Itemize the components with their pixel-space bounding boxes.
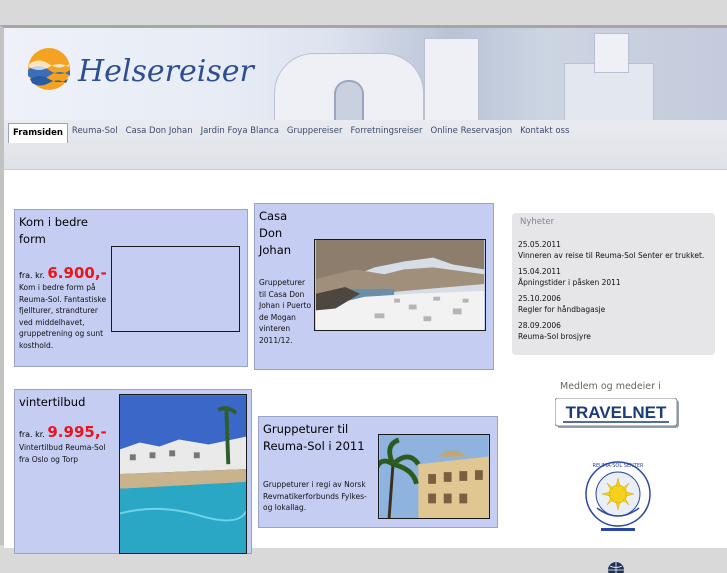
price-value: 6.900,- [47, 264, 107, 282]
price-prefix: fra. kr. [19, 430, 45, 439]
header-banner: Helsereiser [4, 28, 727, 120]
nav-tab-online-reservasjon[interactable]: Online Reservasjon [426, 123, 516, 143]
pool-photo[interactable] [119, 394, 247, 554]
news-date: 15.04.2011 [518, 267, 561, 276]
seal-text: REUMA-SOL SENTER [593, 463, 644, 469]
building-image [424, 38, 479, 120]
news-date: 28.09.2006 [518, 321, 561, 330]
sun-wave-logo-icon[interactable] [26, 46, 72, 92]
brand-name[interactable]: Helsereiser [78, 54, 254, 89]
price-prefix: fra. kr. [19, 271, 45, 280]
news-heading: Nyheter [520, 217, 555, 227]
travelnet-wordmark: TRAVELNET [566, 403, 667, 422]
news-item[interactable]: 25.05.2011 Vinneren av reise til Reuma-So… [518, 239, 718, 261]
travelnet-logo-icon[interactable]: TRAVELNET [555, 398, 680, 430]
arch-shape [334, 80, 364, 120]
news-date: 25.05.2011 [518, 240, 561, 249]
price-value: 9.995,- [47, 423, 107, 441]
news-item[interactable]: 28.09.2006 Reuma-Sol brosjyre [518, 320, 718, 342]
news-date: 25.10.2006 [518, 294, 561, 303]
promo-title[interactable]: Kom i bedre form [19, 214, 109, 248]
promo-description: Kom i bedre form på Reuma-Sol. Fantastis… [19, 283, 107, 350]
main-content: Kom i bedre form fra. kr. 6.900,- Kom i … [4, 171, 727, 573]
nav-tab-framsiden[interactable]: Framsiden [8, 123, 68, 143]
tower-image [594, 33, 629, 73]
harbour-photo[interactable] [314, 239, 486, 331]
news-link[interactable]: Reuma-Sol brosjyre [518, 331, 718, 342]
reuma-sol-senter-seal-icon[interactable]: REUMA-SOL SENTER [583, 456, 653, 536]
promo-title[interactable]: vintertilbud [19, 394, 85, 411]
page-frame: Helsereiser Framsiden Reuma-Sol Casa Don J… [0, 25, 727, 573]
hotel-photo[interactable] [378, 434, 490, 519]
nav-tab-jardin-foya-blanca[interactable]: Jardin Foya Blanca [197, 123, 283, 143]
promo-title[interactable]: Gruppeturer til Reuma-Sol i 2011 [263, 421, 373, 455]
news-panel: Nyheter 25.05.2011 Vinneren av reise til … [512, 213, 715, 355]
promo-title[interactable]: Casa Don Johan [259, 208, 309, 259]
news-item[interactable]: 25.10.2006 Regler for håndbagasje [518, 293, 718, 315]
news-link[interactable]: Vinneren av reise til Reuma-Sol Senter e… [518, 250, 718, 261]
nav-tab-reuma-sol[interactable]: Reuma-Sol [68, 123, 122, 143]
promo-box-vintertilbud[interactable]: vintertilbud fra. kr. 9.995,- Vintertilb… [14, 389, 252, 554]
nav-tab-gruppereiser[interactable]: Gruppereiser [283, 123, 347, 143]
news-link[interactable]: Regler for håndbagasje [518, 304, 718, 315]
globe-icon[interactable] [607, 561, 625, 573]
promo-price: fra. kr. 6.900,- [19, 264, 107, 282]
news-item[interactable]: 15.04.2011 Åpningstider i påsken 2011 [518, 266, 718, 288]
nav-tab-casa-don-johan[interactable]: Casa Don Johan [122, 123, 197, 143]
promo-box-gruppeturer[interactable]: Gruppeturer til Reuma-Sol i 2011 Gruppet… [258, 416, 498, 528]
promo-box-casa-don-johan[interactable]: Casa Don Johan Gruppeturer til Casa Don … [254, 203, 494, 370]
promo-image[interactable] [111, 246, 240, 332]
promo-description: Gruppeturer til Casa Don Johan i Puerto … [259, 278, 312, 345]
membership-label: Medlem og medeier i [560, 381, 661, 392]
main-navigation: Framsiden Reuma-Sol Casa Don Johan Jardin F… [4, 120, 727, 170]
promo-box-kom-i-bedre-form[interactable]: Kom i bedre form fra. kr. 6.900,- Kom i … [14, 209, 248, 367]
promo-price: fra. kr. 9.995,- [19, 423, 107, 441]
nav-tab-forretningsreiser[interactable]: Forretningsreiser [346, 123, 426, 143]
promo-description: Gruppeturer i regi av Norsk Revmatikerfo… [263, 480, 367, 512]
promo-description: Vintertilbud Reuma-Sol fra Oslo og Torp [19, 443, 106, 464]
nav-tab-kontakt-oss[interactable]: Kontakt oss [516, 123, 573, 143]
news-link[interactable]: Åpningstider i påsken 2011 [518, 277, 718, 288]
